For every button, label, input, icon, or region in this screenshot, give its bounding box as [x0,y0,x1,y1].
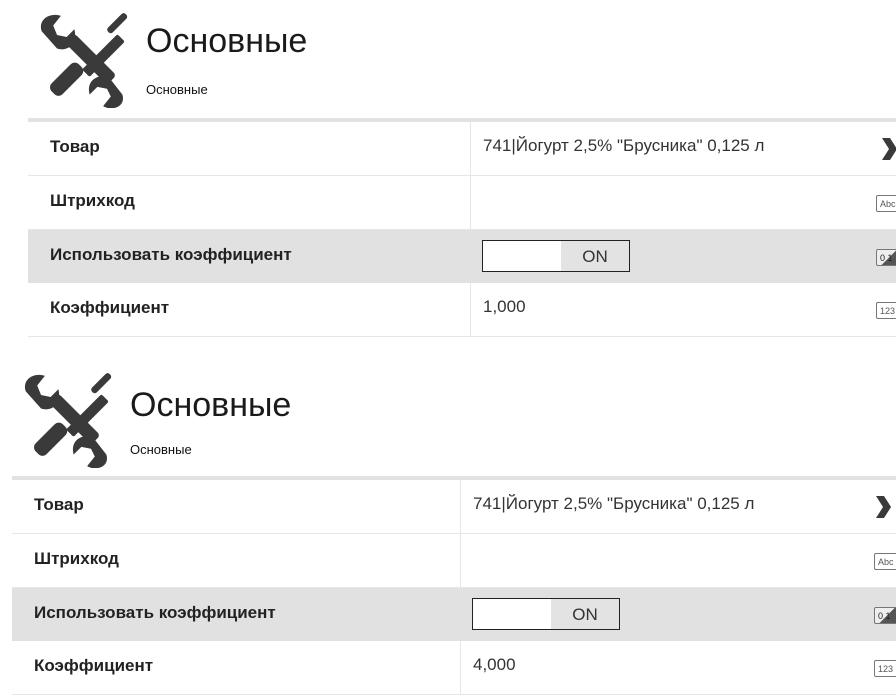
text-field-icon: Abc [876,195,896,212]
row-label: Коэффициент [50,298,170,317]
row-label: Использовать коэффициент [34,603,276,622]
toggle-state: ON [582,247,608,266]
value-cell: 741|Йогурт 2,5% "Брусника" 0,125 л [460,480,754,533]
row-use-coefficient[interactable]: Использовать коэффициент ON 0 1 [28,230,896,283]
settings-panel-2: Основные Основные Товар 741|Йогурт 2,5% … [12,358,896,695]
tovar-value: 741|Йогурт 2,5% "Брусника" 0,125 л [483,136,765,155]
chevron-right-icon[interactable] [874,494,892,520]
row-barcode[interactable]: Штрихкод Abc [28,176,896,230]
use-coefficient-toggle[interactable]: ON [482,240,630,272]
row-tovar[interactable]: Товар 741|Йогурт 2,5% "Брусника" 0,125 л [12,480,896,534]
coefficient-value[interactable]: 4,000 [473,655,516,675]
toggle-field-icon: 0 1 [876,249,896,266]
panel-title: Основные [146,22,308,60]
row-label: Штрихкод [50,191,135,210]
toggle-state: ON [572,605,598,624]
row-coefficient[interactable]: Коэффициент 4,000 123 [12,641,896,695]
row-label: Товар [34,495,84,514]
row-coefficient[interactable]: Коэффициент 1,000 123 [28,283,896,337]
numeric-field-icon: 123 [876,302,896,319]
panel-subtitle: Основные [130,442,192,457]
row-use-coefficient[interactable]: Использовать коэффициент ON 0 1 [12,588,896,641]
row-label: Товар [50,137,100,156]
text-field-icon: Abc [874,553,896,570]
chevron-right-icon[interactable] [880,136,896,162]
value-cell: 741|Йогурт 2,5% "Брусника" 0,125 л [470,122,764,175]
barcode-input-area[interactable] [499,546,545,572]
toggle-field-icon: 0 1 [874,607,896,624]
tovar-value: 741|Йогурт 2,5% "Брусника" 0,125 л [473,494,755,513]
panel-header: Основные Основные [12,358,896,476]
row-tovar[interactable]: Товар 741|Йогурт 2,5% "Брусника" 0,125 л [28,122,896,176]
coefficient-value[interactable]: 1,000 [483,297,526,317]
value-cell: 4,000 [460,641,516,694]
row-barcode[interactable]: Штрихкод Abc [12,534,896,588]
value-cell: 1,000 [470,283,526,336]
value-cell [460,534,545,587]
tools-icon [24,373,112,468]
row-label: Штрихкод [34,549,119,568]
tools-icon [40,13,128,108]
settings-panel-1: Основные Основные Товар 741|Йогурт 2,5% … [28,0,896,337]
panel-header: Основные Основные [28,0,896,118]
row-label: Коэффициент [34,656,154,675]
use-coefficient-toggle[interactable]: ON [472,598,620,630]
value-cell [470,176,471,229]
panel-title: Основные [130,386,292,424]
row-label: Использовать коэффициент [50,245,292,264]
panel-subtitle: Основные [146,82,208,97]
numeric-field-icon: 123 [874,660,896,677]
